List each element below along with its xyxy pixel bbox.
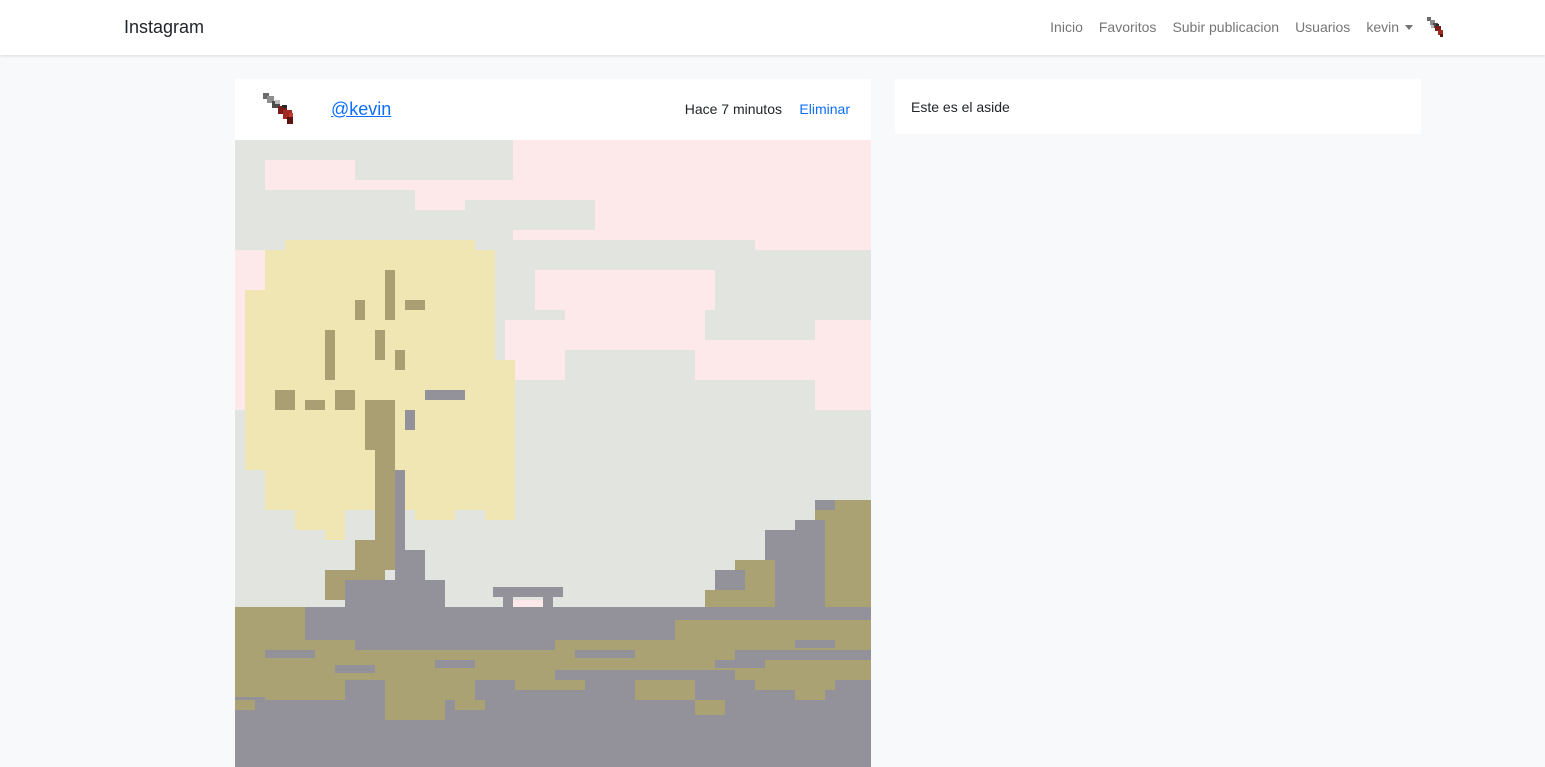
nav-link-favoritos[interactable]: Favoritos <box>1099 17 1157 37</box>
nav-link-inicio[interactable]: Inicio <box>1050 17 1083 37</box>
post-username-link[interactable]: @kevin <box>331 98 391 120</box>
aside-panel: Este es el aside <box>895 79 1421 134</box>
user-avatar-icon[interactable] <box>261 91 303 131</box>
nav-menu: Inicio Favoritos Subir publicacion Usuar… <box>1050 17 1449 37</box>
user-dropdown[interactable]: kevin <box>1366 13 1449 41</box>
nav-link-subir-publicacion[interactable]: Subir publicacion <box>1172 17 1279 37</box>
user-dropdown-label[interactable]: kevin <box>1366 17 1399 37</box>
top-navbar: Instagram Inicio Favoritos Subir publica… <box>0 0 1545 55</box>
post-timestamp: Hace 7 minutos <box>684 101 782 117</box>
caret-down-icon[interactable] <box>1405 25 1413 30</box>
brand-logo[interactable]: Instagram <box>124 16 204 38</box>
delete-post-button[interactable]: Eliminar <box>799 100 850 118</box>
user-avatar-icon[interactable] <box>1421 13 1449 41</box>
pixel-art-willow-tree-image[interactable] <box>235 140 871 767</box>
post-card: @kevin Hace 7 minutos Eliminar <box>235 79 871 767</box>
post-header: @kevin Hace 7 minutos Eliminar <box>235 79 871 140</box>
nav-link-usuarios[interactable]: Usuarios <box>1295 17 1350 37</box>
aside-text: Este es el aside <box>911 99 1010 115</box>
